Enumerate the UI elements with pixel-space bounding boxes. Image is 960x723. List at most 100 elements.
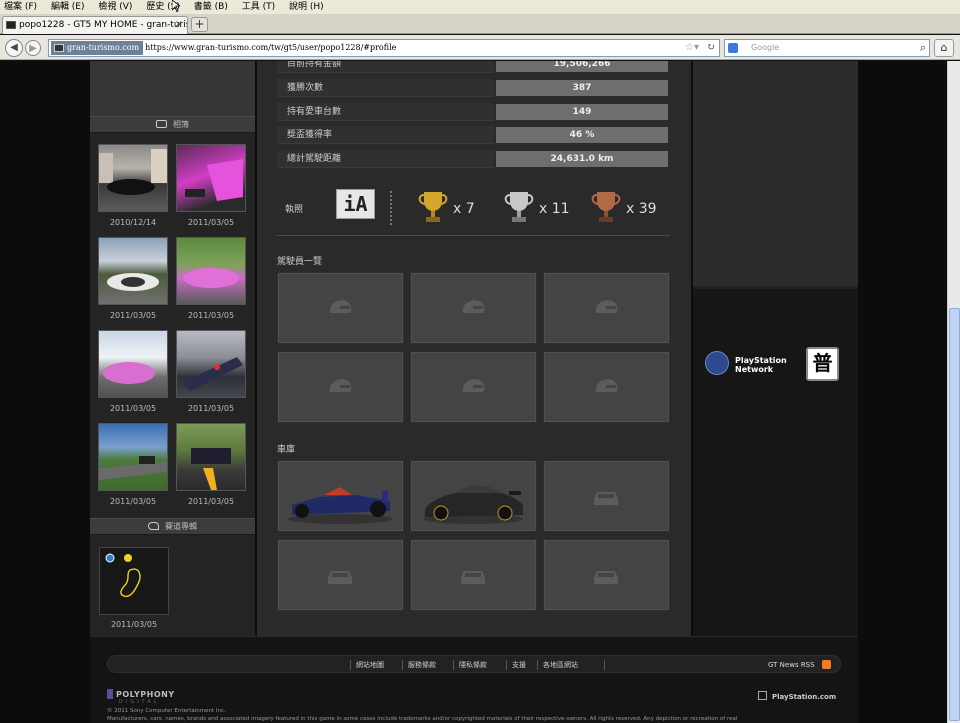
vertical-scrollbar[interactable] [947,61,960,723]
close-tab-icon[interactable]: × [175,17,183,33]
menu-bookmarks[interactable]: 書籤 (B) [194,2,228,12]
helmet-icon [329,379,352,392]
photo-thumbnail[interactable] [176,423,246,491]
photo-car-image [99,456,167,480]
menu-tools[interactable]: 工具 (T) [242,2,275,12]
garage-slot-empty[interactable] [543,539,670,611]
photo-thumbnail[interactable] [176,330,246,398]
photo-car-image [107,273,159,291]
footer-link-sitemap[interactable]: 網站地圖 [351,656,389,674]
menu-help[interactable]: 說明 (H) [289,2,324,12]
driver-slot[interactable] [410,272,537,344]
driver-slot[interactable] [277,272,404,344]
disclaimer-text: Manufacturers, cars, names, brands and a… [107,716,738,722]
footer-link-support[interactable]: 支援 [507,656,531,674]
photo-thumbnail[interactable] [98,423,168,491]
silver-trophy-count: x 11 [539,201,570,217]
drivers-section-title: 駕駛員一覽 [277,257,323,267]
mouse-cursor-icon [172,0,180,12]
search-icon[interactable]: ⌕ [920,40,926,56]
helmet-icon [595,379,618,392]
garage-slot-empty[interactable] [410,539,537,611]
driver-slot[interactable] [277,351,404,423]
right-info-panel [693,289,858,636]
navigation-toolbar: ◀ ▶ gran-turismo.com https://www.gran-tur… [0,35,960,60]
garage-slot-empty[interactable] [277,539,404,611]
scrollbar-thumb[interactable] [949,308,960,721]
stat-value: 24,631.0 km [496,151,668,167]
photo-car-image [183,268,239,288]
album-header: 相簿 [90,116,255,133]
footer-link-privacy[interactable]: 隱私條款 [454,656,492,674]
tab-bar: popo1228 - GT5 MY HOME - gran-turismo.… … [0,14,960,34]
open-wheel-car-image [288,487,392,524]
bookmark-star-icon[interactable]: ☆▾ [685,40,699,56]
address-bar[interactable]: gran-turismo.com https://www.gran-turismo… [48,39,720,57]
car-placeholder-icon [594,571,618,584]
track-thumbnail[interactable] [99,547,169,615]
home-button[interactable]: ⌂ [934,39,954,57]
photo-date: 2011/03/05 [187,218,235,227]
menu-file[interactable]: 檔案 (F) [4,2,37,12]
photo-thumbnail[interactable] [98,144,168,212]
polyphony-digital-logo[interactable]: POLYPHONY [107,689,175,699]
url-text: https://www.gran-turismo.com/tw/gt5/user… [145,43,397,52]
gold-trophy-icon [418,192,448,222]
photo-thumbnail[interactable] [176,237,246,305]
car-placeholder-icon [594,492,618,505]
right-sidebar: PlayStation Network 普 [693,61,858,636]
search-placeholder: Google [751,43,780,52]
stat-row-cars-owned: 持有愛車台數 149 [277,103,670,121]
photo-thumbnail[interactable] [98,237,168,305]
stat-value: 149 [496,104,668,120]
gold-trophy-count: x 7 [453,201,475,217]
photo-date: 2011/03/05 [187,311,235,320]
photo-date: 2010/12/14 [109,218,157,227]
garage-slot-filled[interactable] [277,460,404,532]
page-viewport: 相簿 2010/12/14 2011/03/05 2011/03/05 2011… [0,61,947,723]
helmet-icon [329,300,352,313]
track-map-image [105,553,141,598]
site-footer: 網站地圖 服務條款 隱私條款 支援 各地區網站 GT News RSS POLY… [90,636,858,723]
photo-car-image [99,149,167,195]
polyphony-logo-icon [107,689,113,699]
site-identity-button[interactable]: gran-turismo.com [51,41,144,55]
right-top-panel [693,61,858,286]
gt-news-rss-link[interactable]: GT News RSS [768,656,815,674]
menu-view[interactable]: 檢視 (V) [98,2,132,12]
garage-slot-filled[interactable] [410,460,537,532]
footer-link-terms[interactable]: 服務條款 [403,656,441,674]
driver-slot[interactable] [410,351,537,423]
footer-link-regions[interactable]: 各地區網站 [538,656,583,674]
new-tab-button[interactable]: + [191,17,208,32]
stat-label: 獲勝次數 [277,79,494,97]
photo-thumbnail[interactable] [98,330,168,398]
license-trophy-row: 執照 iA x 7 x 11 x 39 [277,181,670,236]
back-button[interactable]: ◀ [5,39,23,57]
profile-main-content: 目前持有金額 19,506,266 獲勝次數 387 持有愛車台數 149 獎盃… [257,61,691,636]
playstation-com-link[interactable]: PlayStation.com [758,691,836,701]
menu-edit[interactable]: 編輯 (E) [51,2,85,12]
garage-section-title: 車庫 [277,445,296,455]
search-input[interactable]: Google ⌕ [724,39,930,57]
reload-icon[interactable]: ↻ [707,40,715,56]
photo-date: 2011/03/05 [109,404,157,413]
site-favicon-icon [54,44,64,52]
photo-date: 2011/03/05 [109,497,157,506]
forward-button[interactable]: ▶ [25,40,41,56]
photo-date: 2011/03/05 [109,311,157,320]
driver-slot[interactable] [543,272,670,344]
google-search-engine-icon[interactable] [728,43,738,53]
photo-thumbnail[interactable] [176,144,246,212]
playstation-network-logo[interactable]: PlayStation Network [705,350,805,378]
browser-tab-active[interactable]: popo1228 - GT5 MY HOME - gran-turismo.… … [2,16,188,34]
garage-slot-empty[interactable] [543,460,670,532]
stat-value: 46 % [496,127,668,143]
rss-icon[interactable] [822,660,831,669]
footer-link-bar: 網站地圖 服務條款 隱私條款 支援 各地區網站 GT News RSS [107,655,841,673]
track-icon [148,522,159,530]
stat-row-wins: 獲勝次數 387 [277,79,670,97]
track-album-header: 賽道專輯 [90,518,255,535]
driver-slot[interactable] [543,351,670,423]
car-placeholder-icon [328,571,352,584]
